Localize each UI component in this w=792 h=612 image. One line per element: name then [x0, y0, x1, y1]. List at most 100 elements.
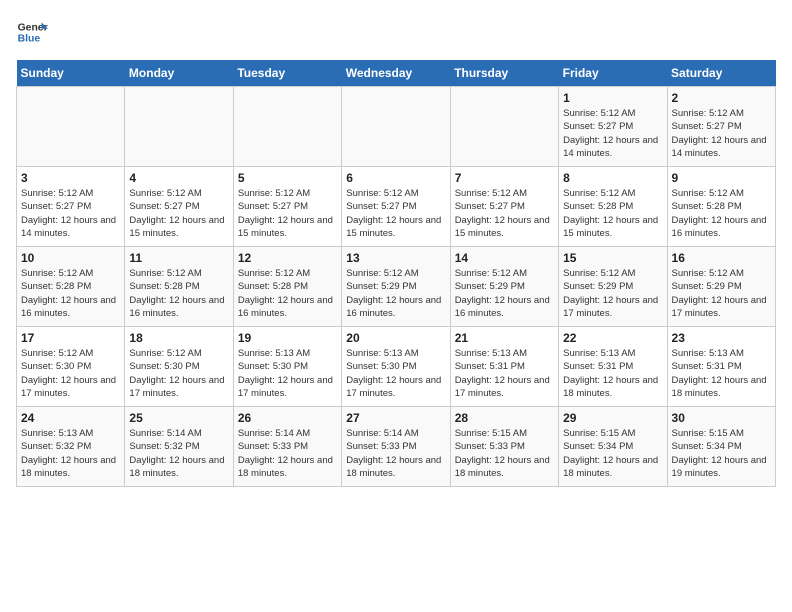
- day-cell: 27 Sunrise: 5:14 AMSunset: 5:33 PMDayligh…: [342, 407, 450, 487]
- day-info: Sunrise: 5:12 AMSunset: 5:29 PMDaylight:…: [672, 267, 771, 320]
- calendar-table: SundayMondayTuesdayWednesdayThursdayFrid…: [16, 60, 776, 487]
- day-number: 5: [238, 171, 337, 185]
- weekday-saturday: Saturday: [667, 60, 775, 87]
- day-info: Sunrise: 5:14 AMSunset: 5:33 PMDaylight:…: [346, 427, 445, 480]
- weekday-sunday: Sunday: [17, 60, 125, 87]
- day-number: 21: [455, 331, 554, 345]
- weekday-wednesday: Wednesday: [342, 60, 450, 87]
- day-number: 4: [129, 171, 228, 185]
- logo-icon: General Blue: [16, 16, 48, 48]
- day-cell: [450, 87, 558, 167]
- day-info: Sunrise: 5:14 AMSunset: 5:33 PMDaylight:…: [238, 427, 337, 480]
- day-cell: 7 Sunrise: 5:12 AMSunset: 5:27 PMDaylight…: [450, 167, 558, 247]
- day-cell: 2 Sunrise: 5:12 AMSunset: 5:27 PMDaylight…: [667, 87, 775, 167]
- day-info: Sunrise: 5:12 AMSunset: 5:27 PMDaylight:…: [21, 187, 120, 240]
- day-number: 26: [238, 411, 337, 425]
- day-cell: 28 Sunrise: 5:15 AMSunset: 5:33 PMDayligh…: [450, 407, 558, 487]
- day-cell: 10 Sunrise: 5:12 AMSunset: 5:28 PMDayligh…: [17, 247, 125, 327]
- day-cell: 13 Sunrise: 5:12 AMSunset: 5:29 PMDayligh…: [342, 247, 450, 327]
- week-row-5: 24Sunrise: 5:13 AMSunset: 5:32 PMDayligh…: [17, 407, 776, 487]
- day-info: Sunrise: 5:15 AMSunset: 5:33 PMDaylight:…: [455, 427, 554, 480]
- day-cell: [17, 87, 125, 167]
- day-cell: 1Sunrise: 5:12 AMSunset: 5:27 PMDaylight…: [559, 87, 667, 167]
- day-cell: 29 Sunrise: 5:15 AMSunset: 5:34 PMDayligh…: [559, 407, 667, 487]
- day-info: Sunrise: 5:12 AMSunset: 5:28 PMDaylight:…: [21, 267, 120, 320]
- day-info: Sunrise: 5:12 AMSunset: 5:28 PMDaylight:…: [672, 187, 771, 240]
- day-number: 6: [346, 171, 445, 185]
- day-info: Sunrise: 5:13 AMSunset: 5:31 PMDaylight:…: [455, 347, 554, 400]
- day-number: 30: [672, 411, 771, 425]
- day-cell: 9 Sunrise: 5:12 AMSunset: 5:28 PMDaylight…: [667, 167, 775, 247]
- day-number: 19: [238, 331, 337, 345]
- day-number: 20: [346, 331, 445, 345]
- weekday-friday: Friday: [559, 60, 667, 87]
- day-cell: 17Sunrise: 5:12 AMSunset: 5:30 PMDayligh…: [17, 327, 125, 407]
- day-cell: 6 Sunrise: 5:12 AMSunset: 5:27 PMDaylight…: [342, 167, 450, 247]
- weekday-tuesday: Tuesday: [233, 60, 341, 87]
- svg-text:Blue: Blue: [18, 34, 41, 45]
- day-cell: [233, 87, 341, 167]
- day-cell: 18 Sunrise: 5:12 AMSunset: 5:30 PMDayligh…: [125, 327, 233, 407]
- day-number: 27: [346, 411, 445, 425]
- weekday-header-row: SundayMondayTuesdayWednesdayThursdayFrid…: [17, 60, 776, 87]
- day-number: 2: [672, 91, 771, 105]
- logo: General Blue: [16, 16, 48, 48]
- day-info: Sunrise: 5:13 AMSunset: 5:31 PMDaylight:…: [563, 347, 662, 400]
- day-cell: 30 Sunrise: 5:15 AMSunset: 5:34 PMDayligh…: [667, 407, 775, 487]
- day-number: 9: [672, 171, 771, 185]
- day-info: Sunrise: 5:13 AMSunset: 5:32 PMDaylight:…: [21, 427, 120, 480]
- day-info: Sunrise: 5:14 AMSunset: 5:32 PMDaylight:…: [129, 427, 228, 480]
- day-number: 28: [455, 411, 554, 425]
- day-number: 11: [129, 251, 228, 265]
- page-header: General Blue: [16, 16, 776, 48]
- day-number: 23: [672, 331, 771, 345]
- day-info: Sunrise: 5:12 AMSunset: 5:27 PMDaylight:…: [346, 187, 445, 240]
- day-info: Sunrise: 5:12 AMSunset: 5:27 PMDaylight:…: [672, 107, 771, 160]
- day-info: Sunrise: 5:12 AMSunset: 5:28 PMDaylight:…: [238, 267, 337, 320]
- day-cell: 4 Sunrise: 5:12 AMSunset: 5:27 PMDaylight…: [125, 167, 233, 247]
- week-row-2: 3 Sunrise: 5:12 AMSunset: 5:27 PMDaylight…: [17, 167, 776, 247]
- day-number: 16: [672, 251, 771, 265]
- day-info: Sunrise: 5:12 AMSunset: 5:27 PMDaylight:…: [129, 187, 228, 240]
- day-info: Sunrise: 5:15 AMSunset: 5:34 PMDaylight:…: [672, 427, 771, 480]
- day-number: 17: [21, 331, 120, 345]
- day-number: 29: [563, 411, 662, 425]
- day-number: 8: [563, 171, 662, 185]
- week-row-4: 17 Sunrise: 5:12 AMSunset: 5:30 PMDayligh…: [17, 327, 776, 407]
- week-row-1: 1Sunrise: 5:12 AMSunset: 5:27 PMDaylight…: [17, 87, 776, 167]
- day-cell: 24Sunrise: 5:13 AMSunset: 5:32 PMDayligh…: [17, 407, 125, 487]
- day-cell: [125, 87, 233, 167]
- day-cell: 12 Sunrise: 5:12 AMSunset: 5:28 PMDayligh…: [233, 247, 341, 327]
- day-info: Sunrise: 5:13 AMSunset: 5:30 PMDaylight:…: [238, 347, 337, 400]
- day-cell: 11 Sunrise: 5:12 AMSunset: 5:28 PMDayligh…: [125, 247, 233, 327]
- day-number: 22: [563, 331, 662, 345]
- day-cell: 14 Sunrise: 5:12 AMSunset: 5:29 PMDayligh…: [450, 247, 558, 327]
- week-row-3: 10 Sunrise: 5:12 AMSunset: 5:28 PMDayligh…: [17, 247, 776, 327]
- day-info: Sunrise: 5:12 AMSunset: 5:30 PMDaylight:…: [129, 347, 228, 400]
- calendar-body: 1Sunrise: 5:12 AMSunset: 5:27 PMDaylight…: [17, 87, 776, 487]
- day-cell: 26 Sunrise: 5:14 AMSunset: 5:33 PMDayligh…: [233, 407, 341, 487]
- day-info: Sunrise: 5:12 AMSunset: 5:27 PMDaylight:…: [455, 187, 554, 240]
- day-info: Sunrise: 5:13 AMSunset: 5:31 PMDaylight:…: [672, 347, 771, 400]
- day-cell: 22 Sunrise: 5:13 AMSunset: 5:31 PMDayligh…: [559, 327, 667, 407]
- day-info: Sunrise: 5:12 AMSunset: 5:28 PMDaylight:…: [129, 267, 228, 320]
- weekday-monday: Monday: [125, 60, 233, 87]
- day-number: 10: [21, 251, 120, 265]
- day-info: Sunrise: 5:12 AMSunset: 5:29 PMDaylight:…: [455, 267, 554, 320]
- day-cell: 21 Sunrise: 5:13 AMSunset: 5:31 PMDayligh…: [450, 327, 558, 407]
- day-number: 12: [238, 251, 337, 265]
- day-cell: 16 Sunrise: 5:12 AMSunset: 5:29 PMDayligh…: [667, 247, 775, 327]
- day-info: Sunrise: 5:15 AMSunset: 5:34 PMDaylight:…: [563, 427, 662, 480]
- day-cell: 15Sunrise: 5:12 AMSunset: 5:29 PMDayligh…: [559, 247, 667, 327]
- day-number: 18: [129, 331, 228, 345]
- day-number: 3: [21, 171, 120, 185]
- day-cell: [342, 87, 450, 167]
- day-info: Sunrise: 5:12 AMSunset: 5:29 PMDaylight:…: [346, 267, 445, 320]
- day-number: 7: [455, 171, 554, 185]
- day-cell: 19 Sunrise: 5:13 AMSunset: 5:30 PMDayligh…: [233, 327, 341, 407]
- day-info: Sunrise: 5:12 AMSunset: 5:27 PMDaylight:…: [238, 187, 337, 240]
- day-number: 14: [455, 251, 554, 265]
- day-cell: 5 Sunrise: 5:12 AMSunset: 5:27 PMDaylight…: [233, 167, 341, 247]
- day-cell: 23 Sunrise: 5:13 AMSunset: 5:31 PMDayligh…: [667, 327, 775, 407]
- day-number: 13: [346, 251, 445, 265]
